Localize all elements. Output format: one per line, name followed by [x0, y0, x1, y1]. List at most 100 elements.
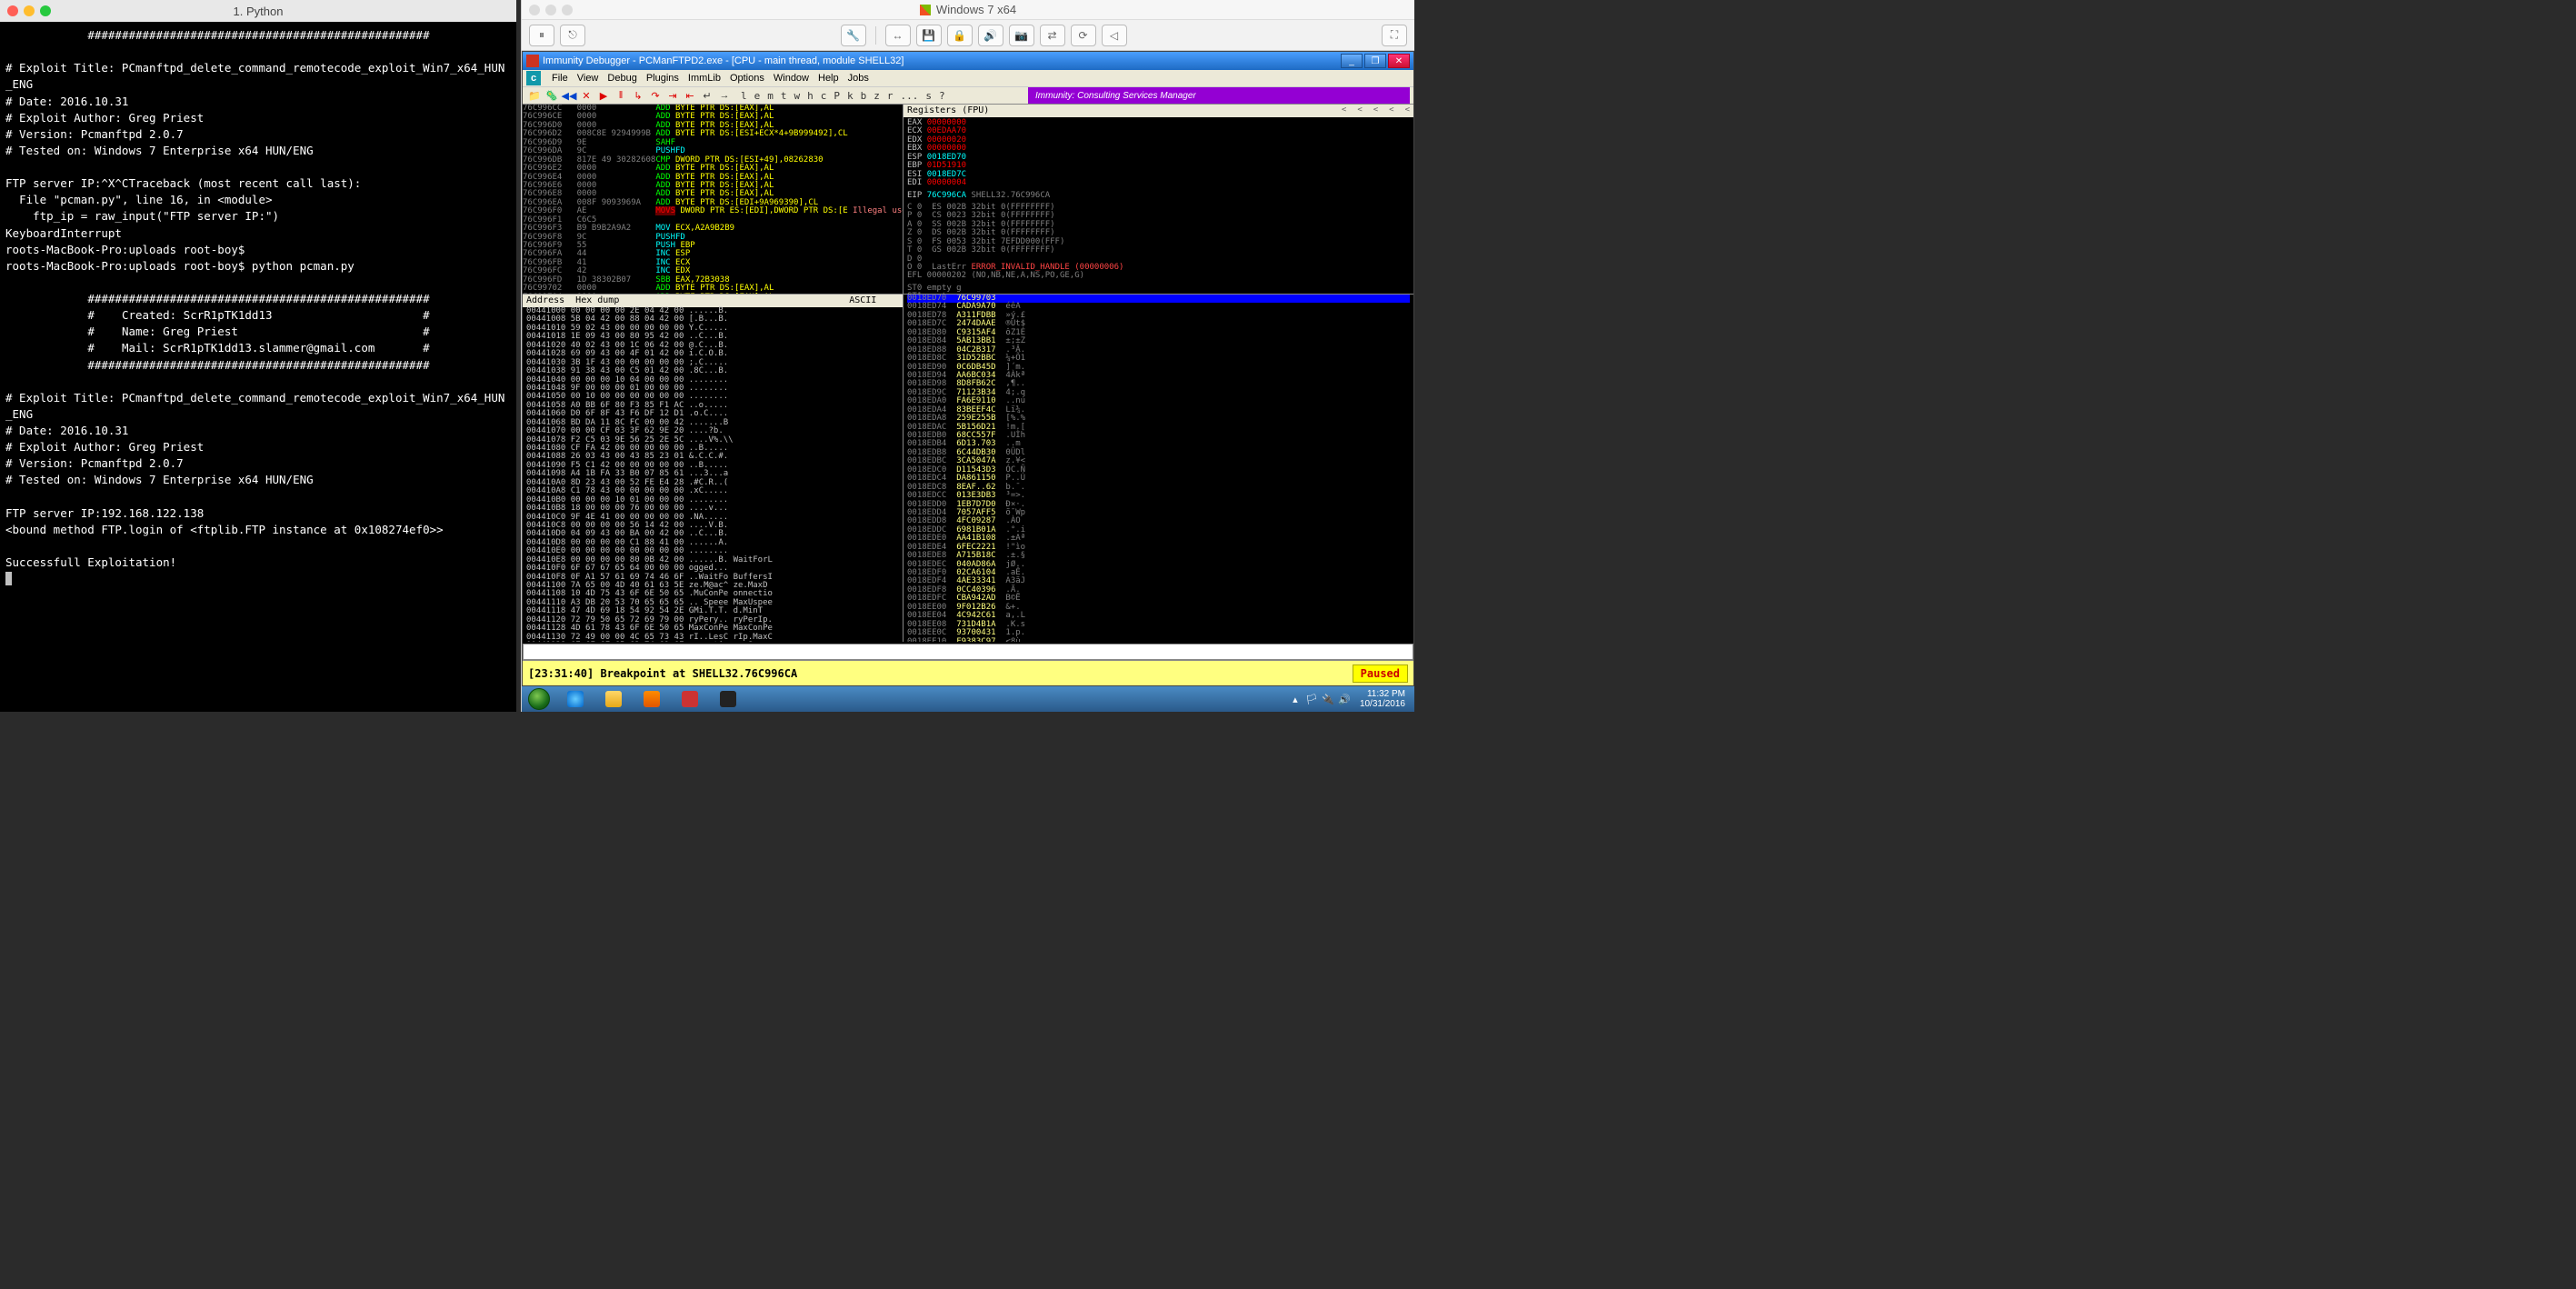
trace-over-icon[interactable]: ⇤ — [682, 88, 698, 103]
stack-pane[interactable]: 0018ED70 76C99703 0018ED74 CADA9A70 éêA0… — [904, 295, 1413, 642]
immunity-taskbar-icon[interactable] — [710, 687, 746, 711]
vm-fullscreen-button[interactable]: ⛶ — [1382, 25, 1407, 46]
toolbar-letter[interactable]: ... — [901, 90, 919, 102]
mac-terminal-window: 1. Python ##############################… — [0, 0, 516, 712]
toolbar-letter[interactable]: ? — [939, 90, 945, 102]
toolbar-letter[interactable]: k — [847, 90, 854, 102]
immunity-titlebar[interactable]: Immunity Debugger - PCManFTPD2.exe - [CP… — [523, 52, 1413, 70]
toolbar-letter[interactable]: h — [807, 90, 814, 102]
goto-icon[interactable]: → — [716, 88, 733, 103]
immunity-debugger-window: Immunity Debugger - PCManFTPD2.exe - [CP… — [522, 51, 1414, 686]
toolbar-letter[interactable]: z — [874, 90, 880, 102]
vm-escape-button[interactable]: ⎋ — [560, 25, 585, 46]
vm-window: Windows 7 x64 ⏸ ⎋ 🔧 ↔ 💾 🔒 🔊 📷 ⇄ ⟳ ◁ ⛶ Im… — [521, 0, 1414, 712]
maximize-button[interactable]: ❐ — [1364, 54, 1386, 68]
windows-desktop: Immunity Debugger - PCManFTPD2.exe - [CP… — [522, 51, 1414, 712]
menu-jobs[interactable]: Jobs — [848, 73, 869, 84]
paused-indicator: Paused — [1353, 664, 1408, 683]
menu-debug[interactable]: Debug — [607, 73, 636, 84]
register-row[interactable]: EBP 01D51910 — [907, 162, 1410, 170]
toolbar-letter[interactable]: m — [767, 90, 774, 102]
mac-titlebar[interactable]: 1. Python — [0, 0, 516, 22]
hexdump-header: Address Hex dump ASCII — [523, 295, 903, 307]
toolbar-letter[interactable]: e — [754, 90, 761, 102]
register-row[interactable]: EBX 00000000 — [907, 145, 1410, 153]
hexdump-pane[interactable]: Address Hex dump ASCII 00441000 00 00 00… — [523, 295, 903, 642]
clock-date: 10/31/2016 — [1360, 699, 1405, 709]
menu-options[interactable]: Options — [730, 73, 764, 84]
step-over-icon[interactable]: ↷ — [647, 88, 664, 103]
register-row[interactable]: ECX 00EDAA70 — [907, 127, 1410, 135]
disassembly-pane[interactable]: 76C996CC 0000 ADD BYTE PTR DS:[EAX],AL76… — [523, 105, 903, 294]
menu-help[interactable]: Help — [818, 73, 839, 84]
vm-toolbar: ⏸ ⎋ 🔧 ↔ 💾 🔒 🔊 📷 ⇄ ⟳ ◁ ⛶ — [522, 20, 1414, 51]
vm-usb-button[interactable]: ⇄ — [1040, 25, 1065, 46]
toolbar-letter[interactable]: t — [781, 90, 787, 102]
minimize-button[interactable]: _ — [1341, 54, 1363, 68]
vm-settings-button[interactable]: 🔧 — [841, 25, 866, 46]
toolbar-letter[interactable]: c — [821, 90, 827, 102]
register-row[interactable]: EDI 00000004 — [907, 179, 1410, 187]
vm-lock-button[interactable]: 🔒 — [947, 25, 973, 46]
start-button[interactable] — [522, 686, 556, 712]
registers-pane[interactable]: Registers (FPU) <<<<< EAX 00000000ECX 00… — [904, 105, 1413, 294]
terminal-text: ########################################… — [5, 28, 504, 569]
toolbar-letter[interactable]: s — [925, 90, 932, 102]
tray-expand-icon[interactable]: ▴ — [1289, 693, 1302, 705]
wmp-taskbar-icon[interactable] — [634, 687, 670, 711]
menu-view[interactable]: View — [577, 73, 599, 84]
vm-title-text: Windows 7 x64 — [936, 3, 1016, 16]
toolbar-letters: lemtwhcPkbzr... s? — [741, 90, 945, 102]
toolbar-letter[interactable]: w — [794, 90, 801, 102]
vm-sound-button[interactable]: 🔊 — [978, 25, 1003, 46]
toolbar-letter[interactable]: b — [861, 90, 867, 102]
taskbar-clock[interactable]: 11:32 PM 10/31/2016 — [1354, 689, 1411, 709]
close-button[interactable]: ✕ — [1388, 54, 1410, 68]
return-icon[interactable]: ↵ — [699, 88, 715, 103]
menu-window[interactable]: Window — [774, 73, 809, 84]
play-icon[interactable]: ▶ — [595, 88, 612, 103]
immunity-c-icon[interactable]: c — [526, 71, 541, 85]
step-into-icon[interactable]: ↳ — [630, 88, 646, 103]
explorer-taskbar-icon[interactable] — [595, 687, 632, 711]
system-tray: ▴ 🏳 🔌 🔊 11:32 PM 10/31/2016 — [1289, 689, 1411, 709]
menu-file[interactable]: File — [552, 73, 568, 84]
menu-immlib[interactable]: ImmLib — [688, 73, 721, 84]
register-row[interactable]: EDX 00000020 — [907, 136, 1410, 145]
windows-taskbar: ▴ 🏳 🔌 🔊 11:32 PM 10/31/2016 — [522, 686, 1414, 712]
rewind-icon[interactable]: ◀◀ — [561, 88, 577, 103]
register-row[interactable]: ESP 0018ED70 — [907, 154, 1410, 162]
vm-back-button[interactable]: ◁ — [1102, 25, 1127, 46]
command-input[interactable] — [523, 644, 1413, 660]
trace-into-icon[interactable]: ⇥ — [664, 88, 681, 103]
toolbar-letter[interactable]: l — [741, 90, 747, 102]
register-row[interactable]: EAX 00000000 — [907, 119, 1410, 127]
terminal-cursor — [5, 572, 12, 585]
vmware-taskbar-icon[interactable] — [672, 687, 708, 711]
terminal-output[interactable]: ########################################… — [0, 22, 516, 593]
ie-taskbar-icon[interactable] — [557, 687, 594, 711]
run-icon[interactable]: 🦠 — [544, 88, 560, 103]
vm-pause-button[interactable]: ⏸ — [529, 25, 554, 46]
vm-camera-button[interactable]: 📷 — [1009, 25, 1034, 46]
windows-logo-icon — [920, 5, 931, 15]
tray-flag-icon[interactable]: 🏳 — [1305, 693, 1318, 705]
stop-icon[interactable]: ✕ — [578, 88, 594, 103]
tray-volume-icon[interactable]: 🔊 — [1338, 693, 1351, 705]
vm-refresh-button[interactable]: ⟳ — [1071, 25, 1096, 46]
folder-icon[interactable]: 📁 — [526, 88, 543, 103]
tray-power-icon[interactable]: 🔌 — [1322, 693, 1334, 705]
vm-titlebar[interactable]: Windows 7 x64 — [522, 0, 1414, 20]
registers-title: Registers (FPU) — [907, 106, 989, 116]
clock-time: 11:32 PM — [1360, 689, 1405, 699]
vm-network-button[interactable]: ↔ — [885, 25, 911, 46]
toolbar-letter[interactable]: P — [834, 90, 840, 102]
immunity-toolbar: 📁 🦠 ◀◀ ✕ ▶ ‖ ↳ ↷ ⇥ ⇤ ↵ → lemtwhcPkbzr...… — [523, 86, 1413, 105]
menu-plugins[interactable]: Plugins — [646, 73, 679, 84]
stack-row[interactable]: 0018EE10 F9383C97 <8ù — [907, 638, 1410, 643]
immunity-menubar: c File View Debug Plugins ImmLib Options… — [523, 70, 1413, 86]
vm-disk-button[interactable]: 💾 — [916, 25, 942, 46]
toolbar-letter[interactable]: r — [887, 90, 894, 102]
pause-icon[interactable]: ‖ — [613, 88, 629, 103]
register-row[interactable]: ESI 0018ED7C — [907, 171, 1410, 179]
